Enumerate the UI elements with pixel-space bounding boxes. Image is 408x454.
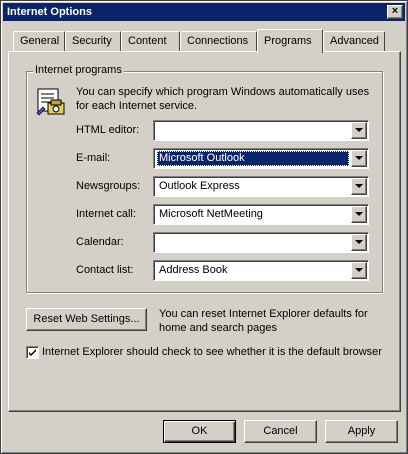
close-button[interactable]: × [387, 5, 403, 19]
programs-icon [35, 85, 69, 119]
tab-programs[interactable]: Programs [257, 29, 323, 53]
programs-description: You can specify which program Windows au… [76, 86, 370, 112]
checkmark-icon [29, 349, 36, 356]
chevron-down-icon [355, 128, 363, 132]
chevron-down-icon [355, 240, 363, 244]
calendar-label: Calendar: [76, 236, 124, 248]
group-title: Internet programs [33, 64, 124, 77]
tab-label: Advanced [330, 35, 379, 47]
contact-list-dropdown-button[interactable] [351, 262, 367, 279]
email-value: Microsoft Outlook [157, 151, 349, 166]
cancel-label: Cancel [263, 425, 298, 437]
newsgroups-select[interactable]: Outlook Express [153, 176, 369, 197]
internet-options-window: Internet Options × General Security Cont… [0, 0, 408, 454]
chevron-down-icon [355, 184, 363, 188]
tab-label: Connections [187, 35, 249, 47]
html-editor-label: HTML editor: [76, 124, 140, 136]
internet-call-value: Microsoft NetMeeting [159, 208, 263, 220]
html-editor-dropdown-button[interactable] [351, 122, 367, 139]
ok-button[interactable]: OK [163, 420, 236, 443]
email-label: E-mail: [76, 152, 111, 164]
email-dropdown-button[interactable] [351, 150, 367, 167]
calendar-select[interactable] [153, 232, 369, 253]
chevron-down-icon [355, 268, 363, 272]
html-editor-select[interactable] [153, 120, 369, 141]
reset-button-label: Reset Web Settings... [33, 313, 140, 325]
internet-call-dropdown-button[interactable] [351, 206, 367, 223]
tab-label: Programs [264, 35, 312, 47]
ok-label: OK [191, 425, 208, 437]
tab-content[interactable]: Content [121, 31, 180, 51]
window-title: Internet Options [7, 6, 92, 18]
contact-list-value: Address Book [159, 264, 228, 276]
apply-label: Apply [347, 425, 376, 437]
newsgroups-label: Newsgroups: [76, 180, 141, 192]
tab-advanced[interactable]: Advanced [323, 31, 385, 51]
internet-call-select[interactable]: Microsoft NetMeeting [153, 204, 369, 225]
newsgroups-dropdown-button[interactable] [351, 178, 367, 195]
tab-label: Security [72, 35, 112, 47]
calendar-value [157, 235, 161, 250]
title-bar[interactable]: Internet Options × [3, 3, 405, 21]
contact-list-label: Contact list: [76, 264, 134, 276]
default-browser-checkbox[interactable] [26, 346, 39, 359]
cancel-button[interactable]: Cancel [244, 420, 317, 443]
apply-button[interactable]: Apply [325, 420, 398, 443]
tab-label: Content [128, 35, 167, 47]
tab-label: General [20, 35, 60, 47]
internet-call-label: Internet call: [76, 208, 136, 220]
chevron-down-icon [355, 212, 363, 216]
tab-connections[interactable]: Connections [180, 31, 257, 51]
newsgroups-value: Outlook Express [159, 180, 240, 192]
email-select[interactable]: Microsoft Outlook [153, 148, 369, 169]
default-browser-check-label: Internet Explorer should check to see wh… [42, 346, 382, 358]
chevron-down-icon [355, 156, 363, 160]
reset-description: You can reset Internet Explorer defaults… [159, 308, 368, 334]
calendar-dropdown-button[interactable] [351, 234, 367, 251]
reset-web-settings-button[interactable]: Reset Web Settings... [26, 308, 147, 331]
html-editor-value [157, 123, 161, 138]
tab-general[interactable]: General [13, 31, 65, 51]
tab-security[interactable]: Security [65, 31, 121, 51]
close-icon: × [391, 5, 399, 17]
contact-list-select[interactable]: Address Book [153, 260, 369, 281]
